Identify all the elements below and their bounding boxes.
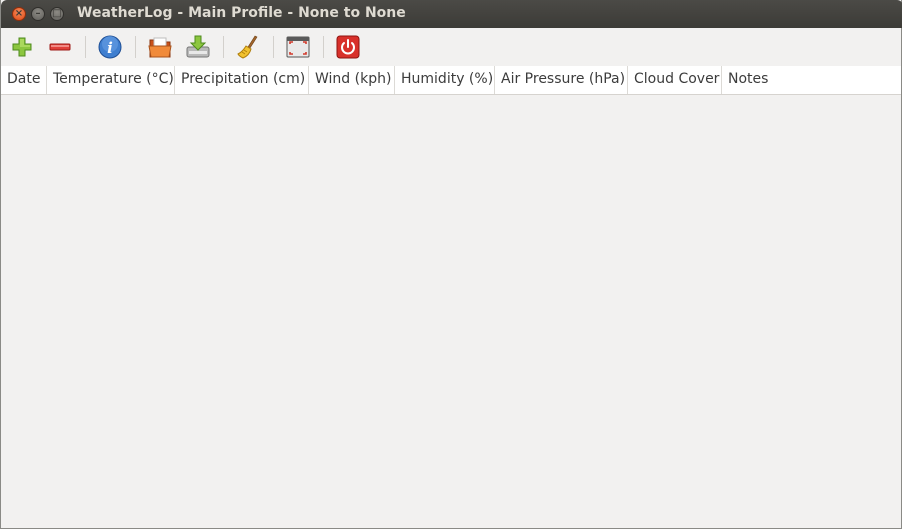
column-header-temperature[interactable]: Temperature (°C)	[47, 66, 175, 94]
svg-text:i: i	[107, 39, 113, 57]
column-header-air-pressure[interactable]: Air Pressure (hPa)	[495, 66, 628, 94]
window-close-button[interactable]: ×	[12, 7, 26, 21]
column-header-wind[interactable]: Wind (kph)	[309, 66, 395, 94]
column-header-date[interactable]: Date	[1, 66, 47, 94]
toolbar-separator	[323, 36, 324, 58]
title-bar[interactable]: × – □ WeatherLog - Main Profile - None t…	[1, 0, 902, 28]
info-button[interactable]: i	[97, 34, 123, 60]
toolbar: i	[1, 28, 901, 66]
maximize-icon: □	[52, 8, 62, 19]
open-folder-icon	[148, 37, 172, 58]
toolbar-separator	[273, 36, 274, 58]
add-button[interactable]	[9, 34, 35, 60]
toolbar-separator	[135, 36, 136, 58]
fullscreen-icon	[286, 36, 310, 58]
add-icon	[12, 37, 32, 57]
fullscreen-button[interactable]	[285, 34, 311, 60]
window-title: WeatherLog - Main Profile - None to None	[77, 5, 406, 21]
import-button[interactable]	[185, 34, 211, 60]
remove-button[interactable]	[47, 34, 73, 60]
table-header: Date Temperature (°C) Precipitation (cm)…	[1, 66, 901, 95]
quit-button[interactable]	[335, 34, 361, 60]
toolbar-separator	[85, 36, 86, 58]
app-window: × – □ WeatherLog - Main Profile - None t…	[0, 0, 902, 529]
column-header-cloud-cover[interactable]: Cloud Cover	[628, 66, 722, 94]
quit-power-icon	[336, 35, 360, 59]
window-maximize-button[interactable]: □	[50, 7, 64, 21]
toolbar-separator	[223, 36, 224, 58]
clear-broom-icon	[237, 35, 258, 59]
open-button[interactable]	[147, 34, 173, 60]
column-header-precipitation[interactable]: Precipitation (cm)	[175, 66, 309, 94]
window-minimize-button[interactable]: –	[31, 7, 45, 21]
minimize-icon: –	[35, 8, 41, 19]
import-icon	[186, 35, 210, 58]
column-header-humidity[interactable]: Humidity (%)	[395, 66, 495, 94]
data-table-body[interactable]	[1, 95, 901, 528]
remove-icon	[49, 43, 71, 51]
info-icon: i	[98, 35, 122, 59]
column-header-notes[interactable]: Notes	[722, 66, 901, 94]
close-icon: ×	[14, 8, 24, 19]
clear-button[interactable]	[235, 34, 261, 60]
